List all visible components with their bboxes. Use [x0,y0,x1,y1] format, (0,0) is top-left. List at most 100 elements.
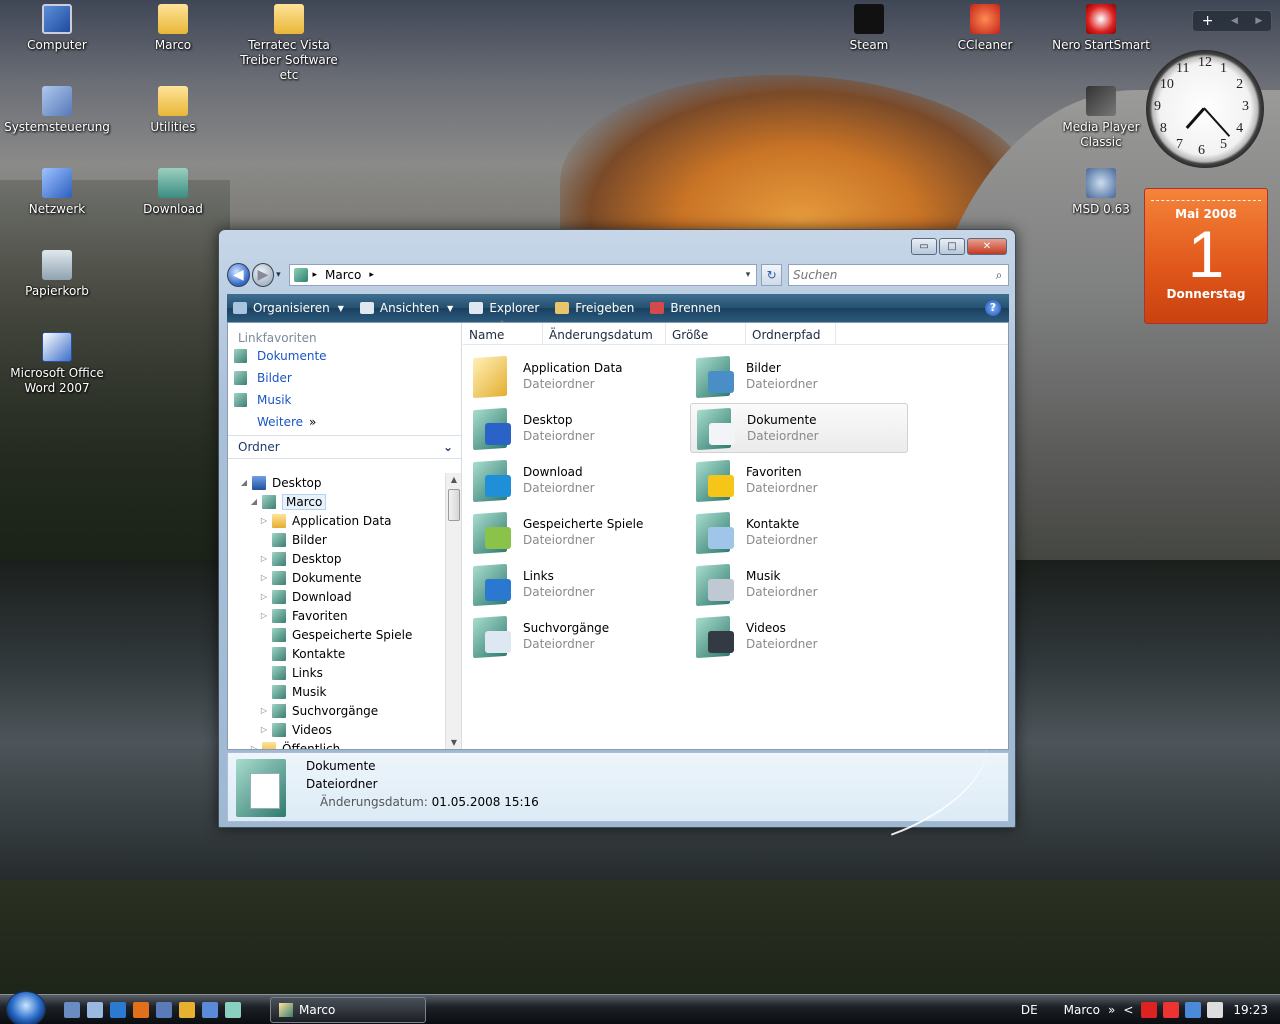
tree-expander-icon[interactable]: ▷ [258,592,270,601]
column-date[interactable]: Änderungsdatum [543,323,666,344]
tree-item-application-data[interactable]: ▷ Application Data [228,511,444,530]
file-item-videos[interactable]: Videos Dateiordner [690,611,908,661]
quicklaunch-icon[interactable] [87,1002,103,1018]
favorite-link-musik[interactable]: Musik [228,389,461,411]
address-dropdown-icon[interactable]: ▾ [374,270,756,280]
desktop-icon-ccleaner[interactable]: CCleaner [930,4,1040,53]
tree-expander-icon[interactable]: ▷ [258,611,270,620]
file-item-musik[interactable]: Musik Dateiordner [690,559,908,609]
tree-expander-icon[interactable]: ▷ [258,725,270,734]
desktop-icon-netzwerk[interactable]: Netzwerk [2,168,112,217]
quicklaunch-icon[interactable] [225,1002,241,1018]
breadcrumb-marco[interactable]: Marco [325,268,361,282]
gadget-add-button[interactable]: + [1202,13,1214,29]
file-item-favoriten[interactable]: Favoriten Dateiordner [690,455,908,505]
file-item-dokumente[interactable]: Dokumente Dateiordner [690,403,908,453]
search-icon[interactable]: ⌕ [990,268,1008,283]
toolbar-organisieren[interactable]: Organisieren ▼ [233,301,344,315]
file-item-application-data[interactable]: Application Data Dateiordner [467,351,685,401]
tray-icon[interactable] [1207,1002,1224,1018]
file-item-kontakte[interactable]: Kontakte Dateiordner [690,507,908,557]
favorites-more-link[interactable]: Weitere » [228,411,461,433]
tree-item-desktop[interactable]: ◢ Desktop [228,473,444,492]
tree-item-suchvorgänge[interactable]: ▷ Suchvorgänge [228,701,444,720]
desktop-icon-systemsteuerung[interactable]: Systemsteuerung [2,86,112,135]
desktop-icon-msd-0-63[interactable]: MSD 0.63 [1046,168,1156,217]
tree-scrollbar[interactable]: ▲ ▼ [445,473,461,749]
tree-item-videos[interactable]: ▷ Videos [228,720,444,739]
taskbar-button-marco[interactable]: Marco [270,997,426,1023]
desktop-icon-nero-startsmart[interactable]: Nero StartSmart [1046,4,1156,53]
tree-expander-icon[interactable]: ▷ [248,744,260,749]
tree-item-öffentlich[interactable]: ▷ Öffentlich [228,739,444,749]
gadget-prev-button[interactable]: ◀ [1231,16,1238,26]
desktop-icon-media-player-classic[interactable]: Media Player Classic [1046,86,1156,150]
tree-expander-icon[interactable]: ▷ [258,573,270,582]
tray-icon[interactable] [1185,1002,1202,1018]
tree-item-download[interactable]: ▷ Download [228,587,444,606]
help-button[interactable]: ? [985,300,1001,316]
file-item-gespeicherte-spiele[interactable]: Gespeicherte Spiele Dateiordner [467,507,685,557]
start-button[interactable] [6,991,46,1024]
desktop-icon-steam[interactable]: Steam [814,4,924,53]
address-toolbar-label[interactable]: Marco [1064,1003,1100,1017]
desktop-icon-terratec-vista-treiber-software-etc[interactable]: Terratec Vista Treiber Software etc [234,4,344,83]
calendar-gadget[interactable]: Mai 2008 1 Donnerstag [1144,188,1268,324]
tree-expander-icon[interactable]: ▷ [258,516,270,525]
desktop-icon-microsoft-office-word-2007[interactable]: Microsoft Office Word 2007 [2,332,112,396]
close-button[interactable]: ✕ [967,238,1007,255]
tree-item-desktop[interactable]: ▷ Desktop [228,549,444,568]
language-indicator[interactable]: DE [1021,1003,1038,1017]
tree-item-links[interactable]: Links [228,663,444,682]
tree-item-marco[interactable]: ◢ Marco [228,492,444,511]
gadget-next-button[interactable]: ▶ [1255,16,1262,26]
minimize-button[interactable]: ▭ [911,238,937,255]
gadget-sidebar-bar[interactable]: + ◀ ▶ [1192,10,1272,32]
column-size[interactable]: Größe [666,323,746,344]
tray-icon[interactable] [1163,1002,1180,1018]
scroll-down-arrow[interactable]: ▼ [446,738,461,747]
tree-expander-icon[interactable]: ▷ [258,706,270,715]
clock-gadget[interactable]: 12 1 2 3 4 5 6 7 8 9 10 11 [1146,50,1264,168]
history-dropdown[interactable]: ▾ [276,270,285,280]
file-item-links[interactable]: Links Dateiordner [467,559,685,609]
forward-button[interactable]: ▶ [251,263,275,287]
tree-item-gespeicherte-spiele[interactable]: Gespeicherte Spiele [228,625,444,644]
address-bar[interactable]: ▸ Marco ▸ ▾ [289,264,758,286]
desktop-icon-papierkorb[interactable]: Papierkorb [2,250,112,299]
quicklaunch-icon[interactable] [64,1002,80,1018]
search-input[interactable] [792,268,990,282]
search-box[interactable]: ⌕ [787,264,1009,286]
file-item-suchvorgänge[interactable]: Suchvorgänge Dateiordner [467,611,685,661]
quicklaunch-icon[interactable] [179,1002,195,1018]
toolbar-explorer[interactable]: Explorer [469,301,539,315]
favorite-link-dokumente[interactable]: Dokumente [228,345,461,367]
quicklaunch-icon[interactable] [133,1002,149,1018]
toolbar-ansichten[interactable]: Ansichten ▼ [359,301,453,315]
folders-header[interactable]: Ordner ⌄ [228,435,461,459]
explorer-window[interactable]: ▭ □ ✕ ◀ ▶ ▾ ▸ Marco ▸ ▾ ↻ ⌕ Organisieren… [218,229,1016,836]
refresh-button[interactable]: ↻ [761,264,782,286]
desktop-icon-computer[interactable]: Computer [2,4,112,53]
quicklaunch-icon[interactable] [156,1002,172,1018]
tree-expander-icon[interactable]: ▷ [258,554,270,563]
desktop-icon-marco[interactable]: Marco [118,4,228,53]
file-item-download[interactable]: Download Dateiordner [467,455,685,505]
desktop-icon-download[interactable]: Download [118,168,228,217]
toolbar-brennen[interactable]: Brennen [650,301,721,315]
tree-expander-icon[interactable]: ◢ [238,478,250,487]
toolbar-more-chevron[interactable]: » [1108,1003,1115,1017]
file-item-desktop[interactable]: Desktop Dateiordner [467,403,685,453]
tree-expander-icon[interactable]: ◢ [248,497,260,506]
quicklaunch-icon[interactable] [110,1002,126,1018]
scroll-thumb[interactable] [448,489,460,521]
maximize-button[interactable]: □ [939,238,965,255]
toolbar-freigeben[interactable]: Freigeben [555,301,634,315]
quicklaunch-icon[interactable] [202,1002,218,1018]
tree-item-favoriten[interactable]: ▷ Favoriten [228,606,444,625]
tree-item-bilder[interactable]: Bilder [228,530,444,549]
tray-expand-arrow[interactable]: < [1123,1003,1133,1017]
desktop-icon-utilities[interactable]: Utilities [118,86,228,135]
tree-item-kontakte[interactable]: Kontakte [228,644,444,663]
clock-time[interactable]: 19:23 [1233,1003,1268,1017]
